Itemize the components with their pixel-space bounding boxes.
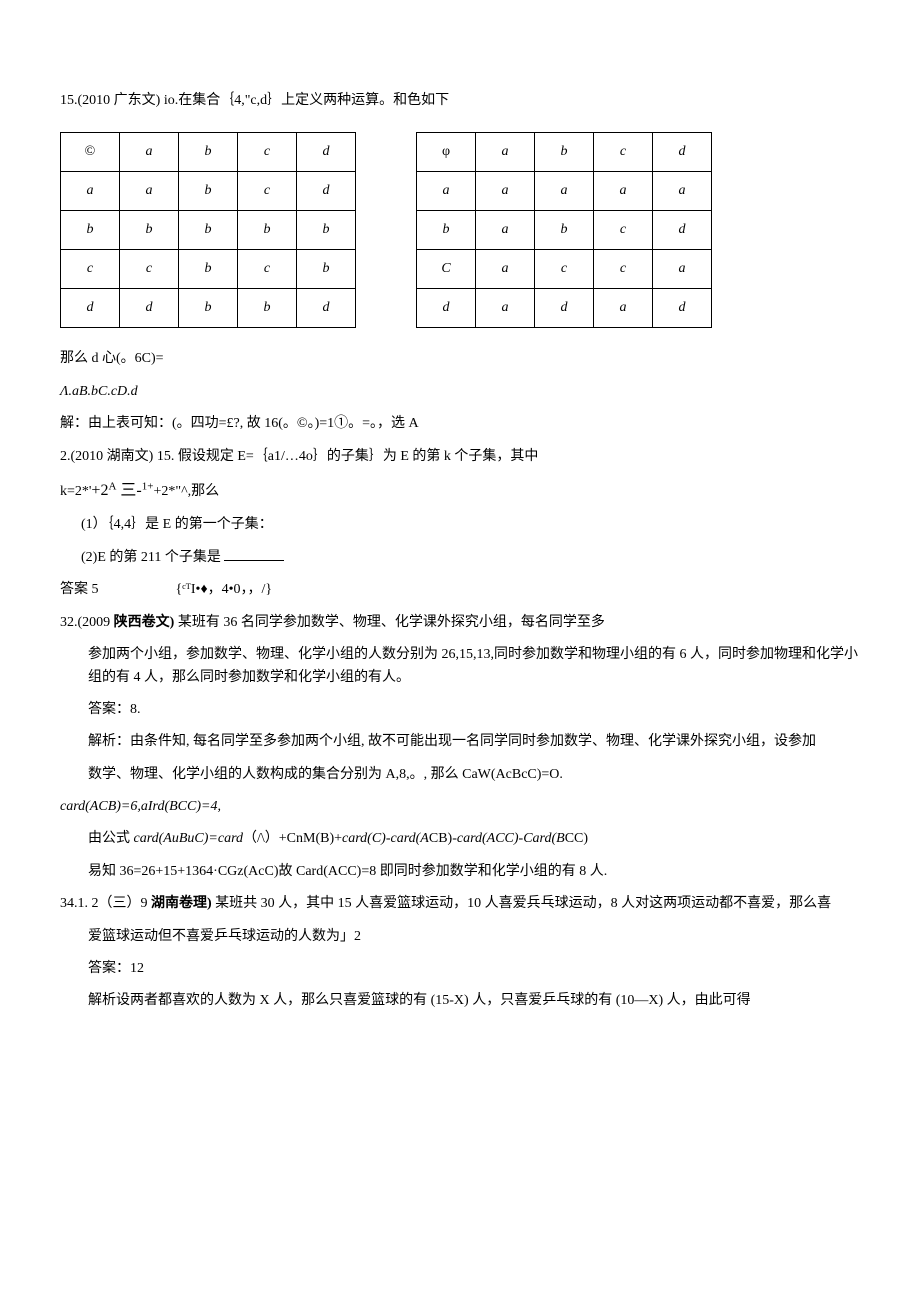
t2-h2: b [535, 133, 594, 172]
t2-r1c2: a [535, 172, 594, 211]
q34-num: 34.1. 2（三）9 [60, 896, 151, 911]
t2-r2c0: b [417, 211, 476, 250]
t2-r1c0: a [417, 172, 476, 211]
q32-num: 32.(2009 [60, 615, 114, 630]
q15-line2: 那么 d 心(。6C)= [60, 348, 860, 370]
q32-p6e: CB)- [429, 831, 457, 846]
operation-table-1: ©abcd aabcd bbbbb ccbcb ddbbd [60, 132, 356, 328]
q2-ans-label: 答案 5 [60, 582, 99, 597]
t1-r2c3: b [238, 211, 297, 250]
q32-p4: 数学、物理、化学小组的人数构成的集合分别为 A,8,。, 那么 CaW(AcBc… [60, 764, 860, 786]
q32-p6: 由公式 card(AuBuC)=card（/\）+CnM(B)+card(C)-… [60, 828, 860, 850]
t1-r2c4: b [297, 211, 356, 250]
q32-source: 陕西卷文) [114, 615, 178, 630]
t2-r1c3: a [594, 172, 653, 211]
t2-r3c0: C [417, 250, 476, 289]
q32-stem: 某班有 36 名同学参加数学、物理、化学课外探究小组，每名同学至多 [178, 615, 605, 630]
t2-h0: φ [417, 133, 476, 172]
q34-title: 34.1. 2（三）9 湖南卷理) 某班共 30 人，其中 15 人喜爱篮球运动… [60, 893, 860, 915]
q15-title: 15.(2010 广东文) io.在集合｛4,"c,d｝上定义两种运算。和色如下 [60, 90, 860, 112]
t1-h0: © [61, 133, 120, 172]
t1-r2c1: b [120, 211, 179, 250]
t1-r1c4: d [297, 172, 356, 211]
operation-table-2: φabcd aaaaa babcd Cacca dadad [416, 132, 712, 328]
q32-p7: 易知 36=26+15+1364·CGz(AcC)故 Card(ACC)=8 即… [60, 861, 860, 883]
q32-p6c: （/\）+CnM(B)+ [243, 831, 342, 846]
q34-p1: 爱篮球运动但不喜爱乒乓球运动的人数为」2 [60, 926, 860, 948]
t1-r1c3: c [238, 172, 297, 211]
q15-options: Λ.aB.bC.cD.d [60, 381, 860, 403]
t2-r1c1: a [476, 172, 535, 211]
t1-r1c0: a [61, 172, 120, 211]
q32-p3: 解析：由条件知, 每名同学至多参加两个小组, 故不可能出现一名同学同时参加数学、… [88, 731, 860, 753]
q2-sub2-text: (2)E 的第 211 个子集是 [81, 550, 224, 565]
t1-r3c0: c [61, 250, 120, 289]
t1-h2: b [179, 133, 238, 172]
t2-h1: a [476, 133, 535, 172]
q2-f-e: 1+ [142, 480, 154, 492]
q2-f-b: +2 [91, 482, 108, 499]
t1-h4: d [297, 133, 356, 172]
t1-r4c2: b [179, 289, 238, 328]
t1-r4c3: b [238, 289, 297, 328]
t2-r3c3: c [594, 250, 653, 289]
t1-r4c4: d [297, 289, 356, 328]
q15-solution: 解：由上表可知：(。四功=£?, 故 16(。©。)=1①。=。，选 A [60, 413, 860, 435]
q32-p6a: 由公式 [88, 831, 134, 846]
t1-r3c4: b [297, 250, 356, 289]
q34-stem: 某班共 30 人，其中 15 人喜爱篮球运动，10 人喜爱兵乓球运动，8 人对这… [215, 896, 831, 911]
t1-r1c1: a [120, 172, 179, 211]
t2-r3c2: c [535, 250, 594, 289]
t1-r4c1: d [120, 289, 179, 328]
q2-f-f: +2*"^,那么 [153, 484, 219, 499]
q32-answer: 答案：8. [60, 699, 860, 721]
tables-row: ©abcd aabcd bbbbb ccbcb ddbbd φabcd aaaa… [60, 132, 860, 328]
t2-r3c1: a [476, 250, 535, 289]
t2-r2c4: d [653, 211, 712, 250]
t2-h4: d [653, 133, 712, 172]
q2-answer: 答案 5 {ᶜᵀI•♦，4•0，，/} [60, 579, 860, 601]
t1-r3c2: b [179, 250, 238, 289]
q2-sub1: (1）｛4,4｝是 E 的第一个子集： [60, 514, 860, 536]
t1-r3c1: c [120, 250, 179, 289]
q2-sub2: (2)E 的第 211 个子集是 [60, 546, 860, 569]
t2-r2c1: a [476, 211, 535, 250]
q32-p1: 参加两个小组，参加数学、物理、化学小组的人数分别为 26,15,13,同时参加数… [60, 644, 860, 689]
q2-title: 2.(2010 湖南文) 15. 假设规定 E=｛a1/…4o｝的子集｝为 E … [60, 446, 860, 468]
q32-p6b: card(AuBuC)=card [134, 831, 244, 846]
t1-r2c2: b [179, 211, 238, 250]
q2-formula: k=2*'+2A 三-1++2*"^,那么 [60, 478, 860, 504]
t2-r4c2: d [535, 289, 594, 328]
q32-p5: card(ACB)=6,aIrd(BCC)=4, [60, 796, 860, 818]
q34-answer: 答案：12 [60, 958, 860, 980]
t2-r4c0: d [417, 289, 476, 328]
q32-p6d: card(C)-card(A [342, 831, 429, 846]
q2-ans-set: {ᶜᵀI•♦，4•0，，/} [176, 582, 273, 597]
t1-h3: c [238, 133, 297, 172]
t2-h3: c [594, 133, 653, 172]
t2-r2c3: c [594, 211, 653, 250]
t1-r3c3: c [238, 250, 297, 289]
t2-r4c4: d [653, 289, 712, 328]
t1-r1c2: b [179, 172, 238, 211]
t2-r1c4: a [653, 172, 712, 211]
t2-r2c2: b [535, 211, 594, 250]
t1-r2c0: b [61, 211, 120, 250]
blank-underline [224, 546, 284, 561]
t1-r4c0: d [61, 289, 120, 328]
q34-source: 湖南卷理) [151, 896, 215, 911]
q32-p6f: card(ACC)-Card(B [457, 831, 565, 846]
q32-title: 32.(2009 陕西卷文) 某班有 36 名同学参加数学、物理、化学课外探究小… [60, 612, 860, 634]
t2-r3c4: a [653, 250, 712, 289]
t2-r4c3: a [594, 289, 653, 328]
t2-r4c1: a [476, 289, 535, 328]
q34-p3: 解析设两者都喜欢的人数为 X 人，那么只喜爱篮球的有 (15-X) 人，只喜爱乒… [60, 990, 860, 1012]
q32-p6g: CC) [565, 831, 588, 846]
q2-f-a: k=2*' [60, 484, 91, 499]
q2-f-d: 三- [116, 482, 141, 499]
t1-h1: a [120, 133, 179, 172]
